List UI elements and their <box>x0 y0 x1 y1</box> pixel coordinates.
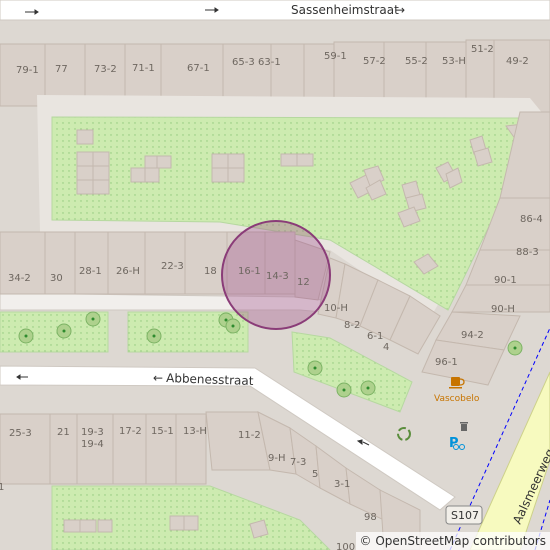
oneway-arrow-glyph-2: ← <box>153 371 163 385</box>
house-number: 67-1 <box>187 63 210 74</box>
house-number: 19-3 <box>81 427 104 438</box>
house-number: 49-2 <box>506 56 529 67</box>
house-number: 59-1 <box>324 51 347 62</box>
house-number: 1 <box>0 482 4 493</box>
house-number: 71-1 <box>132 63 155 74</box>
route-shield-label: S107 <box>451 509 479 522</box>
sassenheimstraat-road <box>0 0 550 21</box>
house-number: 6-1 <box>367 331 383 342</box>
house-number: 90-1 <box>494 275 517 286</box>
house-number: 18 <box>204 266 217 277</box>
house-number: 94-2 <box>461 330 484 341</box>
house-number: 8-2 <box>344 320 360 331</box>
house-number: 55-2 <box>405 56 428 67</box>
house-number: 14-3 <box>266 271 289 282</box>
house-number: 65-3 <box>232 57 255 68</box>
attribution[interactable]: © OpenStreetMap contributors <box>355 532 550 550</box>
house-number: 100 <box>336 542 355 550</box>
house-number: 12 <box>297 277 310 288</box>
house-number: 15-1 <box>151 426 174 437</box>
house-number: 5 <box>312 469 318 480</box>
house-number: 10-H <box>324 303 348 314</box>
street-label-sassenheimstraat: Sassenheimstraat <box>291 3 399 17</box>
house-number: 26-H <box>116 266 140 277</box>
house-number: 63-1 <box>258 57 281 68</box>
house-number: 57-2 <box>363 56 386 67</box>
route-shield[interactable]: S107 <box>445 505 483 525</box>
house-number: 88-3 <box>516 247 539 258</box>
house-number: 25-3 <box>9 428 32 439</box>
house-number: 90-H <box>491 304 515 315</box>
house-number: 4 <box>383 342 389 353</box>
map-view[interactable]: Sassenheimstraat → ← Abbenesstraat Aalsm… <box>0 0 550 550</box>
house-number: 16-1 <box>238 266 261 277</box>
oneway-arrow-glyph: → <box>395 3 405 17</box>
house-number: 79-1 <box>16 65 39 76</box>
house-number: 34-2 <box>8 273 31 284</box>
map-canvas[interactable]: Sassenheimstraat → ← Abbenesstraat Aalsm… <box>0 0 550 550</box>
house-number: 13-H <box>183 426 207 437</box>
house-number: 9-H <box>268 453 286 464</box>
house-number: 11-2 <box>238 430 261 441</box>
attribution-text: © OpenStreetMap contributors <box>359 534 546 548</box>
house-number: 77 <box>55 64 68 75</box>
house-number: 86-4 <box>520 214 543 225</box>
house-number: 19-4 <box>81 439 104 450</box>
house-number: 3-1 <box>334 479 350 490</box>
house-number: 53-H <box>442 56 466 67</box>
house-number: 98 <box>364 512 377 523</box>
house-number: 96-1 <box>435 357 458 368</box>
house-number: 7-3 <box>290 457 306 468</box>
house-number: 28-1 <box>79 266 102 277</box>
house-number: 51-2 <box>471 44 494 55</box>
house-number: 17-2 <box>119 426 142 437</box>
cafe-name: Vascobelo <box>434 394 480 404</box>
waste-basket-icon <box>460 422 468 431</box>
house-number: 73-2 <box>94 64 117 75</box>
house-number: 22-3 <box>161 261 184 272</box>
house-number: 21 <box>57 427 70 438</box>
house-number: 30 <box>50 273 63 284</box>
